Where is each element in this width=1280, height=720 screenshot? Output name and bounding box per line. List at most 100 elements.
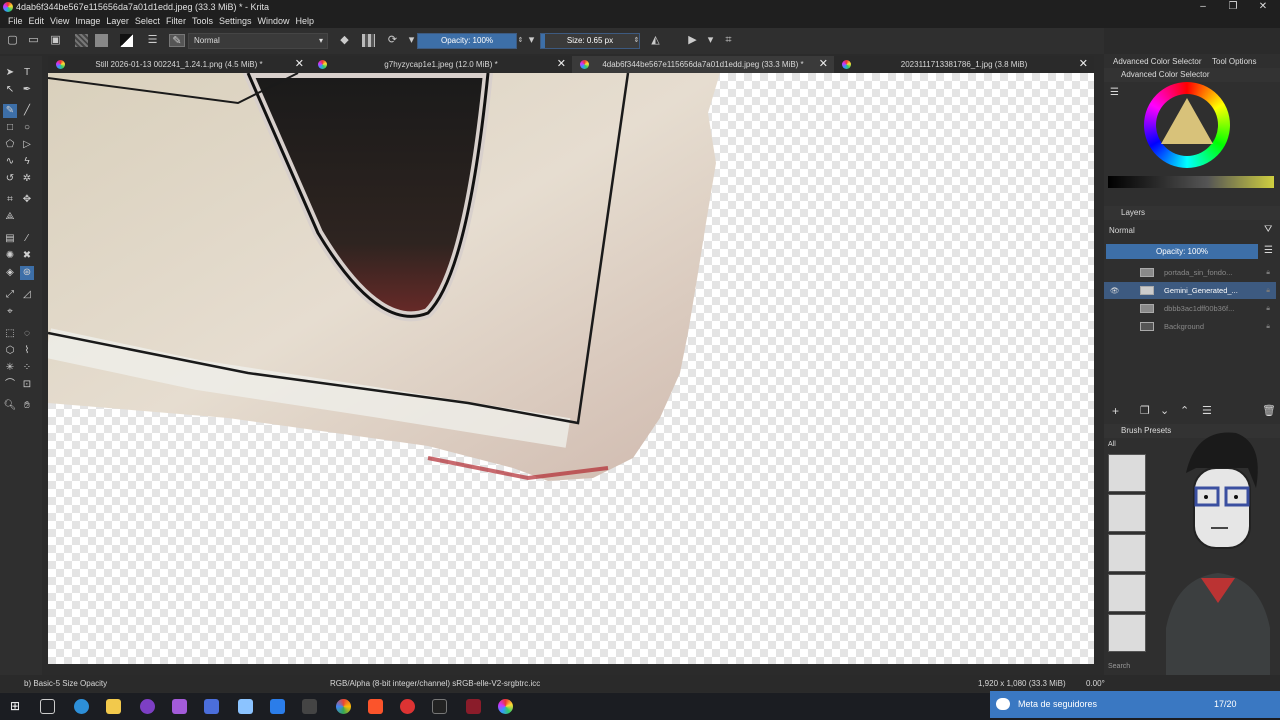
freehand-path-icon[interactable]: ϟ [20, 155, 34, 169]
line-tool-icon[interactable]: ╱ [20, 104, 34, 118]
layer-menu-icon[interactable]: ☰ [1264, 245, 1273, 256]
lock-icon[interactable]: 🔒︎ [1266, 300, 1270, 317]
eraser-icon[interactable]: ◆ [338, 34, 351, 47]
menu-image[interactable]: Image [72, 15, 103, 28]
close-tab-icon[interactable]: ✕ [557, 56, 566, 73]
app-icon[interactable] [466, 699, 481, 714]
menu-file[interactable]: File [5, 15, 26, 28]
brush-preset[interactable] [1108, 534, 1146, 572]
menu-edit[interactable]: Edit [26, 15, 48, 28]
pattern-icon[interactable] [75, 34, 88, 47]
move-up-icon[interactable]: ⌃ [1180, 404, 1189, 417]
polygon-tool-icon[interactable]: ⬠ [3, 138, 17, 152]
open-folder-icon[interactable]: ▭ [27, 34, 40, 47]
move-tool-icon[interactable]: ✥ [20, 193, 34, 207]
brush-preset-icon[interactable]: ✎ [169, 34, 185, 47]
brush-preset[interactable] [1108, 574, 1146, 612]
canvas[interactable] [48, 73, 1094, 664]
zoom-tool-icon[interactable]: 🔍︎ [3, 399, 17, 413]
tab-4dab6f344-active[interactable]: 4dab6f344be567e115656da7a01d1edd.jpeg (3… [572, 56, 834, 73]
new-document-icon[interactable]: ▢ [6, 34, 19, 47]
contiguous-select-icon[interactable]: ✳ [3, 361, 17, 375]
lock-icon[interactable]: 🔒︎ [1266, 264, 1270, 281]
menu-view[interactable]: View [47, 15, 72, 28]
assistant-tool-icon[interactable]: ✖ [20, 249, 34, 263]
rect-select-icon[interactable]: ⬚ [3, 327, 17, 341]
menu-filter[interactable]: Filter [163, 15, 189, 28]
enclose-fill-icon[interactable]: ⊛ [20, 266, 34, 280]
fill-tool-icon[interactable]: ◈ [3, 266, 17, 280]
windows-start-icon[interactable]: ⊞ [10, 699, 25, 714]
menu-help[interactable]: Help [293, 15, 318, 28]
duplicate-layer-icon[interactable]: ❐ [1140, 404, 1150, 417]
app-icon[interactable] [238, 699, 253, 714]
app-icon[interactable] [400, 699, 415, 714]
app-icon[interactable] [302, 699, 317, 714]
pan-tool-icon[interactable]: ✋︎ [20, 399, 34, 413]
text-tool-icon[interactable]: T [20, 66, 34, 80]
obs-icon[interactable] [140, 699, 155, 714]
add-layer-icon[interactable]: + [1112, 404, 1119, 418]
brush-search-input[interactable]: Search [1108, 663, 1130, 670]
krita-task-icon[interactable] [498, 699, 513, 714]
brush-settings-icon[interactable]: ☰ [146, 34, 159, 47]
polygon-select-icon[interactable]: ⬡ [3, 344, 17, 358]
terminal-icon[interactable] [432, 699, 447, 714]
file-explorer-icon[interactable] [106, 699, 121, 714]
delete-layer-icon[interactable]: 🗑︎ [1262, 404, 1276, 417]
app-icon[interactable] [204, 699, 219, 714]
bezier-select-icon[interactable]: ⌒ [3, 378, 17, 392]
save-icon[interactable]: ▣ [49, 34, 62, 47]
chrome-icon[interactable] [336, 699, 351, 714]
spin-arrows-icon[interactable]: ⇕ [630, 34, 643, 47]
menu-layer[interactable]: Layer [103, 15, 132, 28]
layer-item[interactable]: portada_sin_fondo... 🔒︎ [1104, 264, 1276, 281]
gradient-tool-icon[interactable]: ▤ [3, 232, 17, 246]
wrap-around-icon[interactable]: ⌗ [722, 34, 735, 47]
layer-properties-icon[interactable]: ☰ [1202, 404, 1212, 417]
measure-tool-icon[interactable]: ⤢ [3, 288, 17, 302]
move-down-icon[interactable]: ⌄ [1160, 404, 1169, 417]
close-tab-icon[interactable]: ✕ [819, 56, 828, 73]
close-tab-icon[interactable]: ✕ [1079, 56, 1088, 73]
polyline-tool-icon[interactable]: ▷ [20, 138, 34, 152]
alpha-lock-icon[interactable] [362, 34, 375, 47]
calligraphy-icon[interactable]: ✒ [20, 83, 34, 97]
layer-item[interactable]: dbbb3ac1dff00b36f... 🔒︎ [1104, 300, 1276, 317]
fg-bg-color-icon[interactable] [120, 34, 133, 47]
freehand-brush-icon[interactable]: ✎ [3, 104, 17, 118]
transform-tool-icon[interactable]: ⟁ [3, 210, 17, 224]
edit-shapes-icon[interactable]: ↖ [3, 83, 17, 97]
tab-still-2026[interactable]: Still 2026-01-13 002241_1.24.1.png (4.5 … [48, 56, 310, 73]
color-picker-icon[interactable]: ⁄ [20, 232, 34, 246]
tab-2023111713381786[interactable]: 2023111713381786_1.jpg (3.8 MiB) ✕ [834, 56, 1094, 73]
brave-icon[interactable] [368, 699, 383, 714]
brush-tag-select[interactable]: All [1108, 441, 1116, 448]
ellipse-select-icon[interactable]: ◌ [20, 327, 34, 341]
color-settings-icon[interactable]: ☰ [1110, 87, 1119, 98]
layer-item[interactable]: Background 🔒︎ [1104, 318, 1276, 335]
visibility-eye-icon[interactable]: 👁︎ [1110, 282, 1120, 299]
select-shapes-icon[interactable]: ➤ [3, 66, 17, 80]
crop-tool-icon[interactable]: ⌗ [3, 193, 17, 207]
mirror-horizontal-icon[interactable]: ◭ [649, 34, 662, 47]
similar-select-icon[interactable]: ⁘ [20, 361, 34, 375]
menu-select[interactable]: Select [132, 15, 163, 28]
size-slider[interactable]: Size: 0.65 px [540, 33, 640, 49]
layer-item-active[interactable]: 👁︎ Gemini_Generated_... 🔒︎ [1104, 282, 1276, 299]
rotation-value[interactable]: 0.00° [1086, 675, 1105, 692]
filter-icon[interactable]: ⛛ [1264, 224, 1272, 235]
gradient-icon[interactable] [95, 34, 108, 47]
perspective-icon[interactable]: ◿ [20, 288, 34, 302]
ellipse-tool-icon[interactable]: ○ [20, 121, 34, 135]
magnetic-select-icon[interactable]: ⊡ [20, 378, 34, 392]
tab-tool-options[interactable]: Tool Options [1212, 57, 1256, 66]
vscode-icon[interactable] [270, 699, 285, 714]
rectangle-tool-icon[interactable]: □ [3, 121, 17, 135]
lock-icon[interactable]: 🔒︎ [1266, 318, 1270, 335]
layer-blend-select[interactable]: Normal [1106, 224, 1256, 237]
saturation-triangle[interactable] [1161, 98, 1213, 144]
reload-preset-icon[interactable]: ⟳ [386, 34, 399, 47]
edge-browser-icon[interactable] [74, 699, 89, 714]
menu-settings[interactable]: Settings [216, 15, 255, 28]
